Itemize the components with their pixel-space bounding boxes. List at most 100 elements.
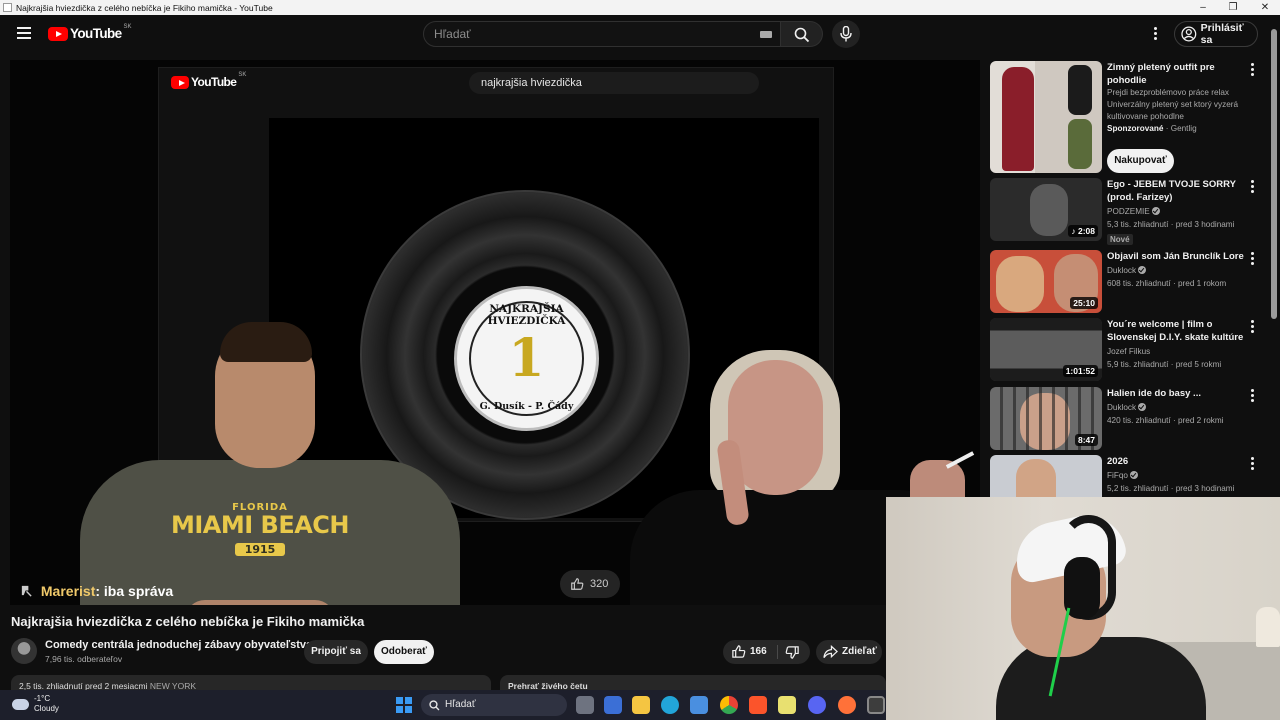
sidebar-video-2[interactable]: 25:10 Objavil som Ján Brunclík Lore Dukl… [990,250,1265,313]
ad-menu-icon[interactable] [1248,63,1256,77]
sidebar-video-4[interactable]: 8:47 Halien ide do basy ... Duklock 420 … [990,387,1265,450]
page-scrollbar[interactable] [1268,15,1280,504]
embedded-search-text: najkrajšia hviezdička [469,72,759,94]
embedded-like-button: 320 [560,570,620,598]
verified-icon [1129,471,1138,479]
chrome-icon[interactable] [720,696,738,714]
windows-start-icon[interactable] [396,697,412,713]
channel-avatar[interactable] [11,638,37,664]
video-thumbnail[interactable]: 1:01:52 [990,318,1102,381]
video-player[interactable]: YouTube SK najkrajšia hviezdička NAJKRAJ… [10,60,980,605]
chat-overlay: Marerist: iba správa [20,583,173,599]
chat-replay-box[interactable]: Prehrať živého četu [500,675,886,690]
ad-sponsored-label: Sponzorované [1107,124,1164,133]
store-icon[interactable] [604,696,622,714]
taskbar-search-label: Hľadať [445,699,476,710]
sidebar-video-3[interactable]: 1:01:52 You´re welcome | film o Slovensk… [990,318,1265,381]
video-title-link[interactable]: 2026 [1107,455,1247,468]
description-box[interactable]: 2,5 tis. zhliadnutí pred 2 mesiacmi NEW … [11,675,491,690]
country-code: SK [123,23,132,30]
video-thumbnail[interactable]: 25:10 [990,250,1102,313]
video-title-link[interactable]: You´re welcome | film o Slovenskej D.I.Y… [1107,318,1247,344]
window-titlebar: Najkrajšia hviezdička z celého nebíčka j… [0,0,1280,15]
weather-temperature: -1°C [34,694,51,703]
record-label-artists: G. Dusík - P. Čády [479,401,574,412]
ad-title[interactable]: Zimný pletený outfit pre pohodlie [1107,61,1247,87]
video-menu-icon[interactable] [1248,457,1256,471]
maximize-button[interactable]: ❐ [1218,0,1248,15]
embedded-logo-text: YouTube [191,75,237,89]
task-view-icon[interactable] [576,696,594,714]
channel-name-link[interactable]: Jozef Filkus [1107,346,1150,358]
firefox-icon[interactable] [838,696,856,714]
sidebar-video-5[interactable]: 2026 FiFqo 5,2 tis. zhliadnutí · pred 3 … [990,455,1265,497]
keyboard-icon[interactable] [760,31,772,38]
taskbar: -1°C Cloudy Hľadať [0,690,886,720]
video-duration: 8:47 [1074,434,1098,446]
channel-name-link[interactable]: Duklock [1107,402,1147,414]
record-label-title: NAJKRAJŠIA HVIEZDIČKA [487,303,566,327]
video-title-link[interactable]: Ego - JEBEM TVOJE SORRY (prod. Farizey) [1107,178,1247,204]
sidebar-video-1[interactable]: ♪ 2:08 Ego - JEBEM TVOJE SORRY (prod. Fa… [990,178,1265,245]
video-menu-icon[interactable] [1248,389,1256,403]
channel-name-link[interactable]: FiFqo [1107,470,1138,482]
signin-button[interactable]: Prihlásiť sa [1174,21,1258,47]
embedded-like-count: 320 [590,578,609,590]
embedded-youtube-logo: YouTube SK [171,72,246,89]
ad-model-red-dress [1002,67,1034,171]
close-window-button[interactable]: ✕ [1250,0,1280,15]
taskbar-search-icon [429,700,440,711]
video-meta: 608 tis. zhliadnutí · pred 1 rokom [1107,279,1227,288]
settings-menu-icon[interactable] [1148,25,1162,43]
sidebar-ad[interactable]: Zimný pletený outfit pre pohodlie Prejdi… [990,61,1265,173]
brave-browser-icon[interactable] [749,696,767,714]
edge-browser-icon[interactable] [661,696,679,714]
video-menu-icon[interactable] [1248,180,1256,194]
minimize-button[interactable]: – [1188,0,1218,15]
scrollbar-thumb[interactable] [1271,29,1277,319]
thumbs-down-icon[interactable] [785,645,800,660]
ad-description-line-3: kultivovane pohodlne [1107,112,1184,121]
weather-condition: Cloudy [34,704,59,713]
left-person-hands [185,600,335,605]
share-button[interactable]: Zdieľať [816,640,882,664]
shop-now-button[interactable]: Nakupovať [1107,149,1174,173]
video-menu-icon[interactable] [1248,252,1256,266]
like-count[interactable]: 166 [750,646,767,657]
taskbar-search[interactable]: Hľadať [421,694,567,716]
ad-description-line-1: Prejdi bezproblémovo práce relax [1107,88,1229,97]
search-button[interactable] [781,21,823,47]
chat-overlay-message: : iba správa [95,583,174,599]
video-thumbnail[interactable]: ♪ 2:08 [990,178,1102,241]
video-menu-icon[interactable] [1248,320,1256,334]
ad-thumbnail[interactable] [990,61,1102,173]
subscribe-button[interactable]: Odoberať [374,640,434,664]
ad-model-green-outfit [1068,119,1092,169]
photos-icon[interactable] [690,696,708,714]
channel-name-link[interactable]: Duklock [1107,265,1147,277]
channel-name-link[interactable]: PODZEMIE [1107,206,1160,218]
video-thumbnail[interactable] [990,455,1102,497]
weather-widget[interactable]: -1°C Cloudy [12,694,59,714]
join-button[interactable]: Pripojiť sa [304,640,368,664]
search-input[interactable] [424,22,724,46]
account-icon [1181,26,1197,42]
youtube-logo[interactable]: YouTube SK [48,23,132,41]
window-title: Najkrajšia hviezdička z celého nebíčka j… [16,2,273,13]
video-duration: 25:10 [1070,297,1098,309]
video-title-link[interactable]: Objavil som Ján Brunclík Lore [1107,250,1247,263]
video-title: Najkrajšia hviezdička z celého nebíčka j… [11,614,365,629]
video-thumbnail[interactable]: 8:47 [990,387,1102,450]
file-explorer-icon[interactable] [632,696,650,714]
discord-icon[interactable] [808,696,826,714]
signin-label: Prihlásiť sa [1200,22,1244,46]
thumbs-up-icon[interactable] [731,644,746,659]
verified-icon [1138,266,1147,274]
active-app-icon[interactable] [867,696,885,714]
menu-icon[interactable] [17,27,31,39]
video-title-link[interactable]: Halien ide do basy ... [1107,387,1247,400]
microphone-icon [840,26,852,42]
voice-search-button[interactable] [832,20,860,48]
channel-name[interactable]: Comedy centrála jednoduchej zábavy obyva… [45,639,312,651]
notepad-icon[interactable] [778,696,796,714]
